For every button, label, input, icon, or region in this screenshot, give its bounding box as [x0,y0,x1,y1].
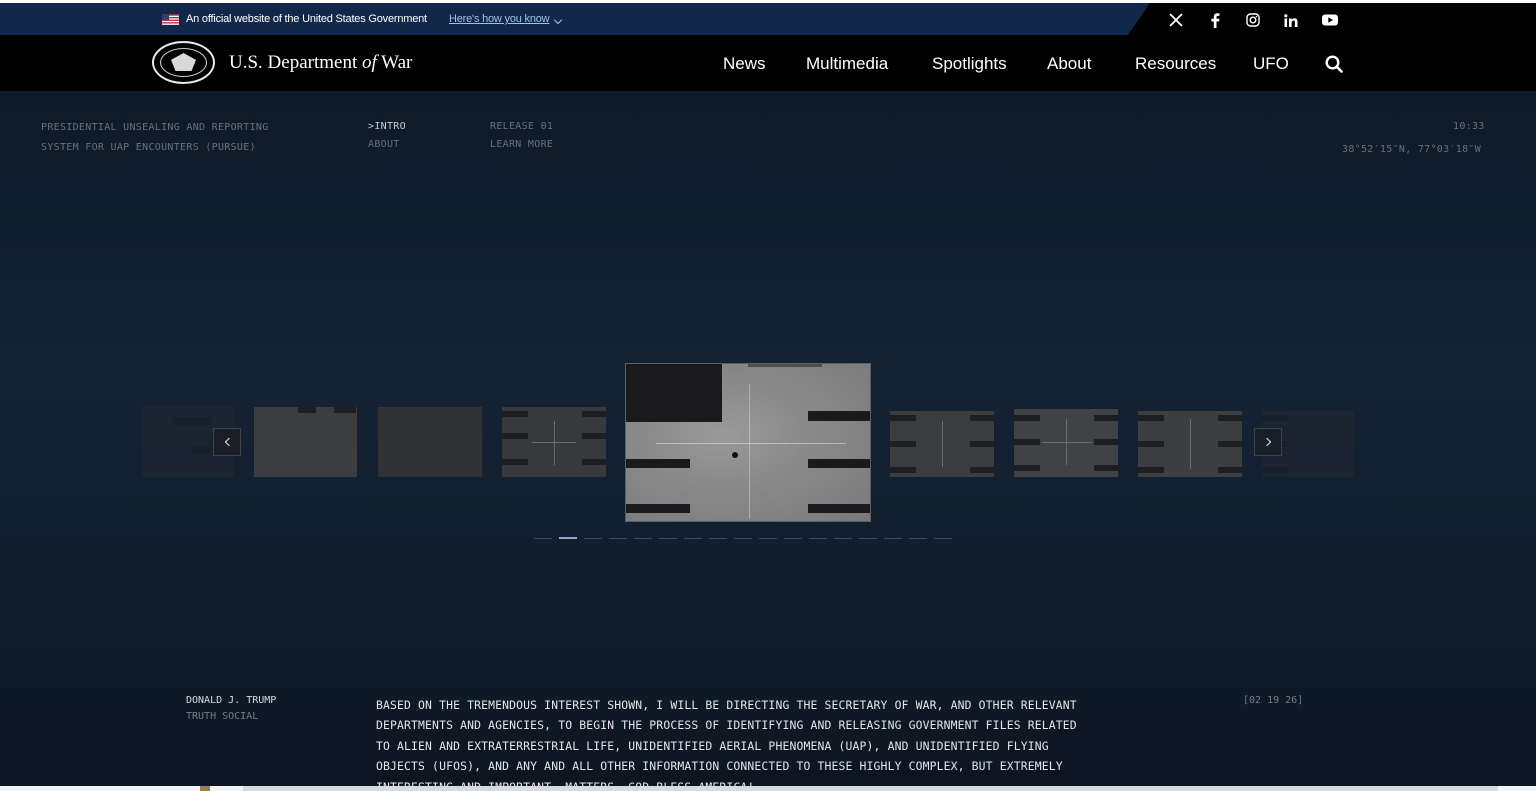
menu-about[interactable]: ABOUT [368,139,400,150]
carousel-dot[interactable] [784,538,802,539]
site-brand[interactable]: U.S. Department of War [229,52,412,74]
social-bar [1128,3,1536,35]
quote-date: [02 19 26] [1243,695,1304,706]
carousel-dot[interactable] [909,538,927,539]
quote-source: TRUTH SOCIAL [186,711,259,722]
carousel-prev-button[interactable] [213,428,241,456]
carousel-dot[interactable] [759,538,777,539]
carousel-dot[interactable] [859,538,877,539]
carousel-dot[interactable] [884,538,902,539]
quote-author: DONALD J. TRUMP [186,695,277,706]
pursue-title-line1: PRESIDENTIAL UNSEALING AND REPORTING [41,122,269,133]
carousel-pagination [534,537,952,539]
facebook-icon[interactable] [1206,11,1224,29]
release-label[interactable]: RELEASE 01 [490,121,553,132]
carousel-thumb[interactable] [378,407,482,477]
dow-seal-logo[interactable] [152,41,215,84]
carousel-dot[interactable] [934,538,952,539]
pursue-title-line2: SYSTEM FOR UAP ENCOUNTERS (PURSUE) [41,142,256,153]
search-icon[interactable] [1325,55,1343,73]
youtube-icon[interactable] [1321,11,1339,29]
carousel-dot[interactable] [634,538,652,539]
carousel-thumb[interactable] [1138,411,1242,477]
carousel-dot[interactable] [809,538,827,539]
nav-ufo[interactable]: UFO [1253,54,1289,74]
carousel-dot[interactable] [734,538,752,539]
linkedin-icon[interactable] [1282,11,1300,29]
coordinates: 38°52′15″N, 77°03′18″W [1342,144,1482,155]
clock-time: 10:33 [1453,121,1485,132]
x-icon[interactable] [1167,11,1185,29]
chevron-down-icon[interactable] [553,15,563,25]
carousel-thumb[interactable] [254,407,357,477]
gov-official-text: An official website of the United States… [186,13,427,25]
nav-about[interactable]: About [1047,54,1091,74]
carousel-dot[interactable] [534,538,552,539]
carousel-dot[interactable] [709,538,727,539]
main-nav: U.S. Department of War News Multimedia S… [0,35,1536,91]
chevron-left-icon [224,437,233,447]
carousel-dot[interactable] [609,538,627,539]
taskbar-strip [0,786,1536,791]
nav-spotlights[interactable]: Spotlights [932,54,1007,74]
carousel-dot[interactable] [659,538,677,539]
carousel-active-frame[interactable] [625,363,871,522]
carousel-thumb[interactable] [502,407,606,477]
us-flag-icon [162,14,179,25]
carousel-thumb[interactable] [890,411,994,477]
instagram-icon[interactable] [1244,11,1262,29]
quote-text: BASED ON THE TREMENDOUS INTEREST SHOWN, … [376,698,1077,786]
nav-news[interactable]: News [723,54,766,74]
carousel-dot[interactable] [834,538,852,539]
carousel-thumb[interactable] [1014,409,1118,477]
nav-resources[interactable]: Resources [1135,54,1216,74]
uap-object [732,452,738,458]
carousel-dot[interactable] [584,538,602,539]
learn-more-link[interactable]: LEARN MORE [490,139,553,150]
menu-intro[interactable]: >INTRO [368,121,406,132]
carousel-next-button[interactable] [1254,428,1282,456]
chevron-right-icon [1262,437,1271,447]
heres-how-you-know-link[interactable]: Here's how you know [449,13,550,25]
nav-multimedia[interactable]: Multimedia [806,54,888,74]
carousel-dot[interactable] [559,537,577,539]
carousel-dot[interactable] [684,538,702,539]
